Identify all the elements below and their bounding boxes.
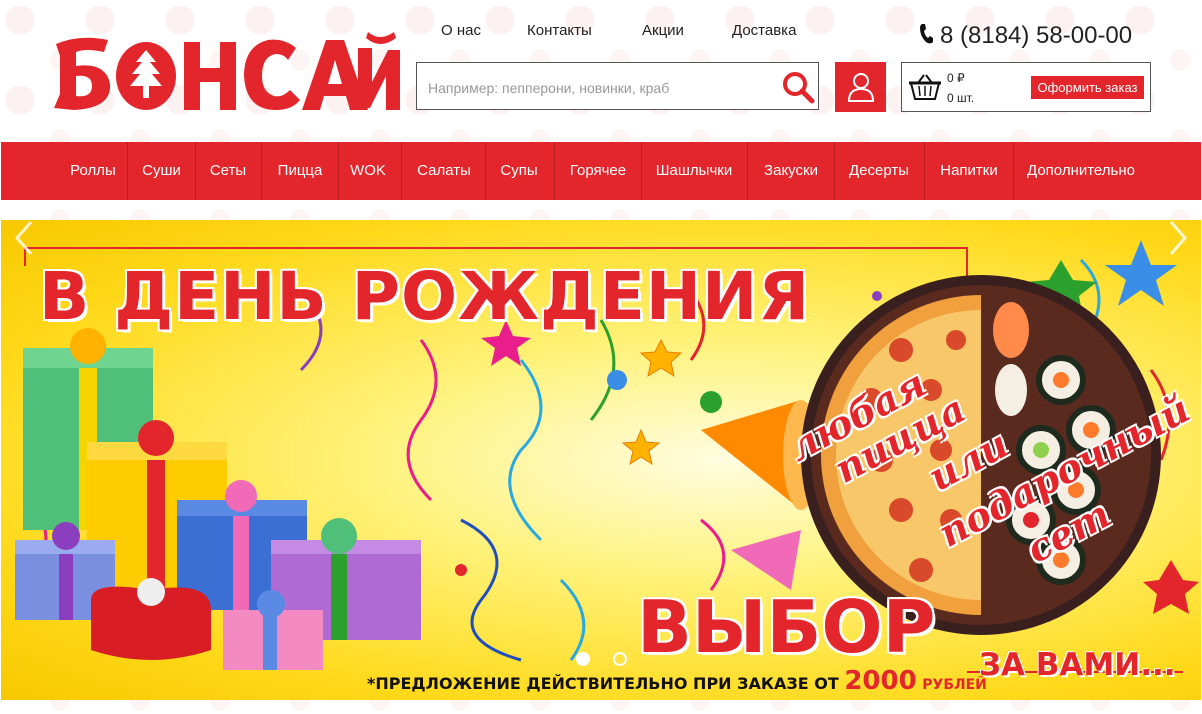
nav-item-hot-dishes[interactable]: Горячее bbox=[559, 142, 637, 200]
basket-icon bbox=[909, 74, 941, 100]
nav-separator bbox=[338, 142, 339, 200]
banner-offer-note: *ПРЕДЛОЖЕНИЕ ДЕЙСТВИТЕЛЬНО ПРИ ЗАКАЗЕ ОТ… bbox=[367, 666, 987, 696]
nav-separator bbox=[485, 142, 486, 200]
search-icon bbox=[783, 72, 815, 104]
offer-currency: РУБЛЕЙ bbox=[922, 677, 987, 693]
nav-item-sushi[interactable]: Суши bbox=[133, 142, 190, 200]
top-nav-delivery[interactable]: Доставка bbox=[732, 22, 796, 39]
carousel-prev-icon[interactable] bbox=[13, 220, 35, 256]
logo[interactable] bbox=[50, 28, 402, 114]
phone-link[interactable]: 8 (8184) 58-00-00 bbox=[918, 22, 1132, 50]
logo-graphic bbox=[54, 32, 400, 110]
nav-separator bbox=[261, 142, 262, 200]
nav-item-rolls[interactable]: Роллы bbox=[61, 142, 125, 200]
account-button[interactable] bbox=[835, 62, 886, 112]
site-header: О нас Контакты Акции Доставка 8 (8184) 5… bbox=[0, 0, 1202, 142]
nav-separator bbox=[554, 142, 555, 200]
category-nav: Роллы Суши Сеты Пицца WOK Салаты Супы Го… bbox=[1, 142, 1201, 200]
nav-item-extras[interactable]: Дополнительно bbox=[1018, 142, 1144, 200]
nav-separator bbox=[924, 142, 925, 200]
phone-icon bbox=[920, 24, 933, 44]
user-icon bbox=[847, 73, 875, 102]
carousel-dot-1[interactable] bbox=[576, 652, 590, 666]
phone-number: 8 (8184) 58-00-00 bbox=[940, 22, 1133, 49]
top-nav-contacts[interactable]: Контакты bbox=[527, 22, 592, 39]
search-box bbox=[416, 62, 819, 110]
nav-item-pizza[interactable]: Пицца bbox=[267, 142, 333, 200]
banner-headline: В ДЕНЬ РОЖДЕНИЯ bbox=[39, 258, 811, 335]
nav-item-salads[interactable]: Салаты bbox=[406, 142, 482, 200]
nav-separator bbox=[834, 142, 835, 200]
cart-count: 0 шт. bbox=[947, 91, 975, 105]
cart-widget[interactable]: 0 ₽ 0 шт. Оформить заказ bbox=[901, 62, 1151, 112]
top-nav-about[interactable]: О нас bbox=[441, 22, 481, 39]
nav-separator bbox=[401, 142, 402, 200]
nav-item-desserts[interactable]: Десерты bbox=[839, 142, 919, 200]
nav-separator bbox=[195, 142, 196, 200]
banner-choice-text: ВЫБОР bbox=[637, 585, 936, 669]
nav-separator bbox=[1013, 142, 1014, 200]
nav-item-snacks[interactable]: Закуски bbox=[752, 142, 830, 200]
nav-item-sets[interactable]: Сеты bbox=[201, 142, 255, 200]
top-nav-promotions[interactable]: Акции bbox=[642, 22, 684, 39]
nav-separator bbox=[641, 142, 642, 200]
carousel-next-icon[interactable] bbox=[1167, 220, 1189, 256]
nav-item-wok[interactable]: WOK bbox=[343, 142, 393, 200]
offer-amount: 2000 bbox=[844, 666, 917, 696]
checkout-button[interactable]: Оформить заказ bbox=[1031, 76, 1144, 99]
nav-item-soups[interactable]: Супы bbox=[490, 142, 548, 200]
cart-sum: 0 ₽ bbox=[947, 71, 965, 85]
search-input[interactable] bbox=[426, 75, 770, 101]
nav-item-drinks[interactable]: Напитки bbox=[929, 142, 1009, 200]
search-button[interactable] bbox=[780, 69, 816, 105]
nav-item-skewers[interactable]: Шашлычки bbox=[646, 142, 742, 200]
banner-yours-text: ЗА ВАМИ... bbox=[979, 647, 1176, 683]
promo-banner[interactable]: В ДЕНЬ РОЖДЕНИЯ любая пицца или подарочн… bbox=[1, 220, 1201, 700]
nav-separator bbox=[127, 142, 128, 200]
offer-prefix: *ПРЕДЛОЖЕНИЕ ДЕЙСТВИТЕЛЬНО ПРИ ЗАКАЗЕ ОТ bbox=[367, 674, 839, 693]
carousel-dot-2[interactable] bbox=[613, 652, 627, 666]
nav-separator bbox=[747, 142, 748, 200]
